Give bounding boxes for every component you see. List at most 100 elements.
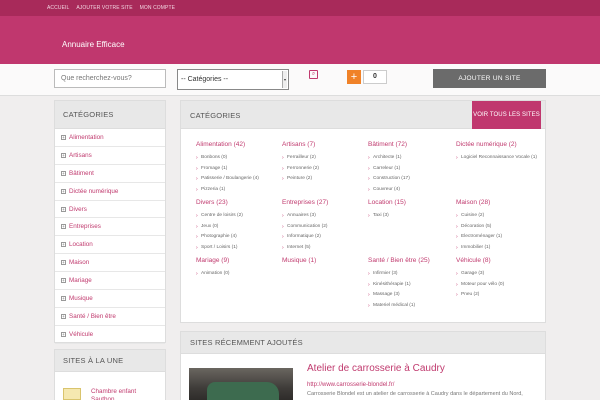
featured-site-thumbnail[interactable] [63, 388, 81, 400]
expand-icon[interactable]: + [61, 295, 66, 301]
sidebar-item-label[interactable]: Santé / Bien être [69, 313, 116, 320]
expand-icon[interactable]: + [61, 224, 66, 230]
subcategory-link[interactable]: Pizzeria (1) [196, 185, 282, 196]
sidebar-item-artisans[interactable]: + Artisans [55, 147, 165, 165]
category-link[interactable]: Maison (28) [456, 199, 542, 207]
subcategory-link[interactable]: Infirmier (3) [368, 269, 454, 280]
subcategory-link[interactable]: Internet (5) [282, 243, 368, 254]
expand-icon[interactable]: + [61, 134, 66, 140]
subcategory-link[interactable]: Ferrailleur (2) [282, 153, 368, 164]
subcategory-link[interactable]: Informatique (2) [282, 232, 368, 243]
sidebar-item-label[interactable]: Bâtiment [69, 170, 94, 177]
category-link[interactable]: Mariage (9) [196, 257, 282, 265]
site-title[interactable]: Annuaire Efficace [62, 40, 125, 49]
plus-icon[interactable]: + [347, 70, 361, 84]
sidebar-item-label[interactable]: Location [69, 241, 93, 248]
search-input[interactable]: Que recherchez-vous? [54, 69, 166, 88]
subcategory-link[interactable]: Materiel médical (1) [368, 301, 454, 312]
sidebar-item-label[interactable]: Mariage [69, 277, 92, 284]
sidebar-item-dictee[interactable]: + Dictée numérique [55, 183, 165, 201]
sidebar-item-musique[interactable]: + Musique [55, 290, 165, 308]
subcategory-link[interactable]: Garage (3) [456, 269, 542, 280]
subcategory-link[interactable]: Centre de loisirs (2) [196, 211, 282, 222]
subcategory-link[interactable]: Communication (2) [282, 222, 368, 233]
subcategory-link[interactable]: Décoration (5) [456, 222, 542, 233]
sidebar-item-batiment[interactable]: + Bâtiment [55, 165, 165, 183]
subcategory-link[interactable]: Logiciel Reconnaissance Vocale (1) [456, 153, 542, 164]
nav-link-mon-compte[interactable]: MON COMPTE [140, 5, 175, 11]
sidebar-item-label[interactable]: Divers [69, 206, 87, 213]
subcategory-link[interactable]: Jeux (0) [196, 222, 282, 233]
expand-icon[interactable]: + [61, 260, 66, 266]
category-column: Dictée numérique (2) Logiciel Reconnaissa… [456, 141, 542, 164]
category-link[interactable]: Location (15) [368, 199, 454, 207]
sidebar-item-entreprises[interactable]: + Entreprises [55, 218, 165, 237]
expand-icon[interactable]: + [61, 170, 66, 176]
category-select-value: -- Catégories -- [181, 76, 229, 83]
category-link[interactable]: Santé / Bien être (25) [368, 257, 454, 265]
sidebar-item-location[interactable]: + Location [55, 236, 165, 255]
expand-icon[interactable]: + [61, 278, 66, 284]
subcategory-link[interactable]: Fromage (1) [196, 164, 282, 175]
subcategory-link[interactable]: Sport / Loisirs (1) [196, 243, 282, 254]
expand-icon[interactable]: + [61, 313, 66, 319]
sidebar-item-label[interactable]: Maison [69, 259, 89, 266]
category-link[interactable]: Dictée numérique (2) [456, 141, 542, 149]
expand-icon[interactable]: + [61, 331, 66, 337]
subcategory-link[interactable]: Peinture (2) [282, 174, 368, 185]
subcategory-link[interactable]: Cuisine (2) [456, 211, 542, 222]
expand-icon[interactable]: + [61, 242, 66, 248]
subcategory-link[interactable]: Taxi (3) [368, 211, 454, 222]
featured-site-link[interactable]: Chambre enfant Sauthon [91, 388, 161, 400]
expand-icon[interactable]: + [61, 152, 66, 158]
expand-icon[interactable]: + [61, 188, 66, 194]
search-icon[interactable]: ⌕ [309, 70, 318, 79]
view-all-sites-button[interactable]: VOIR TOUS LES SITES [472, 101, 541, 129]
recent-site-thumbnail[interactable] [189, 368, 293, 400]
sidebar-item-label[interactable]: Alimentation [69, 134, 104, 141]
subcategory-link[interactable]: Couvreur (4) [368, 185, 454, 196]
subcategory-link[interactable]: Electroménager (1) [456, 232, 542, 243]
subcategory-link[interactable]: Massage (3) [368, 290, 454, 301]
sidebar-item-label[interactable]: Dictée numérique [69, 188, 118, 195]
subcategory-link[interactable]: Patisserie / Boulangerie (4) [196, 174, 282, 185]
sidebar-item-label[interactable]: Artisans [69, 152, 92, 159]
category-link[interactable]: Entreprises (27) [282, 199, 368, 207]
recent-site-url[interactable]: http://www.carrosserie-blondel.fr/ [307, 382, 394, 388]
subcategory-link[interactable]: Bonbons (0) [196, 153, 282, 164]
recent-site-title[interactable]: Atelier de carrosserie à Caudry [307, 363, 445, 374]
subcategory-link[interactable]: Moteur pour vélo (0) [456, 280, 542, 291]
sidebar-item-divers[interactable]: + Divers [55, 201, 165, 219]
subcategory-link[interactable]: Animation (0) [196, 269, 282, 280]
nav-link-ajouter-site[interactable]: AJOUTER VOTRE SITE [76, 5, 132, 11]
subcategory-link[interactable]: Ferronnerie (2) [282, 164, 368, 175]
subcategory-link[interactable]: Carreleur (1) [368, 164, 454, 175]
expand-icon[interactable]: + [61, 206, 66, 212]
subcategory-link[interactable]: Kinésithérapie (1) [368, 280, 454, 291]
sidebar-item-vehicule[interactable]: + Véhicule [55, 326, 165, 344]
subcategory-link[interactable]: Immobilier (1) [456, 243, 542, 254]
subcategory-link[interactable]: Annuaires (3) [282, 211, 368, 222]
category-column: Santé / Bien être (25) Infirmier (3)Kinés… [368, 257, 454, 312]
nav-link-accueil[interactable]: ACCUEIL [47, 5, 69, 11]
subcategory-link[interactable]: Architecte (1) [368, 153, 454, 164]
category-column: Divers (23) Centre de loisirs (2)Jeux (0)… [196, 199, 282, 254]
category-select[interactable]: -- Catégories -- ▾ [177, 69, 289, 90]
category-link[interactable]: Musique (1) [282, 257, 368, 265]
subcategory-link[interactable]: Photographie (4) [196, 232, 282, 243]
category-link[interactable]: Artisans (7) [282, 141, 368, 149]
subcategory-link[interactable]: Construction (17) [368, 174, 454, 185]
subcategory-link[interactable]: Pneu (2) [456, 290, 542, 301]
sidebar-item-maison[interactable]: + Maison [55, 254, 165, 273]
sidebar-item-label[interactable]: Musique [69, 295, 93, 302]
sidebar-item-sante[interactable]: + Santé / Bien être [55, 308, 165, 326]
add-site-button[interactable]: AJOUTER UN SITE [433, 69, 546, 88]
sidebar-item-label[interactable]: Véhicule [69, 331, 93, 338]
category-link[interactable]: Véhicule (8) [456, 257, 542, 265]
sidebar-item-label[interactable]: Entreprises [69, 223, 101, 230]
category-link[interactable]: Alimentation (42) [196, 141, 282, 149]
category-link[interactable]: Bâtiment (72) [368, 141, 454, 149]
sidebar-item-alimentation[interactable]: + Alimentation [55, 129, 165, 147]
sidebar-item-mariage[interactable]: + Mariage [55, 272, 165, 291]
category-link[interactable]: Divers (23) [196, 199, 282, 207]
